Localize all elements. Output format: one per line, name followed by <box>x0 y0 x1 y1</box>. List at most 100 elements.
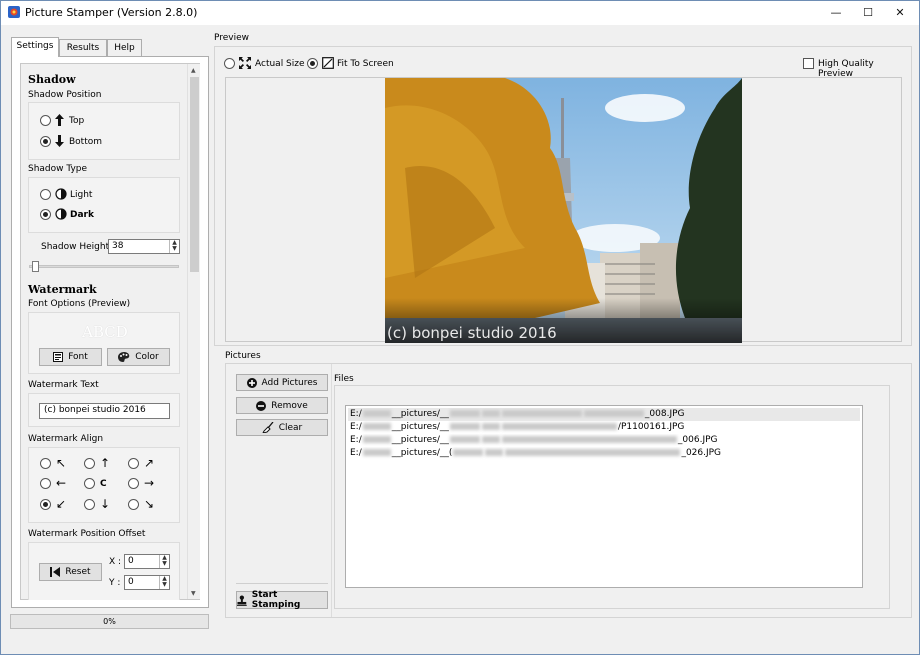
pictures-divider <box>331 364 332 617</box>
pictures-group-label: Pictures <box>225 351 261 361</box>
file-list-item[interactable]: E:/ __pictures/__(_026.JPG <box>348 447 860 460</box>
redacted-segment <box>453 449 484 456</box>
align-arrow-icon: ↖ <box>56 456 67 470</box>
file-path-prefix: E:/ <box>350 409 362 419</box>
start-stamping-button[interactable]: Start Stamping <box>236 590 328 610</box>
redacted-segment <box>362 423 391 430</box>
file-list-item[interactable]: E:/ __pictures/__ /P1100161.JPG <box>348 421 860 434</box>
shadow-height-slider-thumb[interactable] <box>32 261 39 272</box>
actual-size-radio[interactable] <box>224 58 235 69</box>
watermark-text-box: (c) bonpei studio 2016 <box>28 393 180 427</box>
redacted-segment <box>501 410 582 417</box>
shadow-position-label: Shadow Position <box>28 90 102 100</box>
add-pictures-label: Add Pictures <box>261 377 318 388</box>
file-path-folder: __pictures/__ <box>391 409 449 419</box>
file-path-prefix: E:/ <box>350 435 362 445</box>
align-radio[interactable] <box>84 478 95 489</box>
watermark-section-title: Watermark <box>28 283 97 296</box>
shadow-height-input[interactable]: 38 ▲ ▼ <box>108 239 180 254</box>
progress-bar: 0% <box>10 614 209 629</box>
scroll-up-icon[interactable]: ▲ <box>191 67 196 74</box>
preview-group: Actual Size Fit To Screen High Quality P… <box>214 46 912 346</box>
progress-text: 0% <box>103 617 116 626</box>
file-path-folder: __pictures/__ <box>391 435 449 445</box>
reset-icon <box>50 567 61 577</box>
spin-arrows-icon[interactable]: ▲ ▼ <box>159 576 169 589</box>
fit-to-screen-radio[interactable] <box>307 58 318 69</box>
spin-arrows-icon[interactable]: ▲ ▼ <box>169 240 179 253</box>
settings-scroll-area: Shadow Shadow Position Top Bottom Shadow… <box>20 63 200 600</box>
align-radio[interactable] <box>40 478 51 489</box>
contrast-icon <box>55 208 67 220</box>
tab-results[interactable]: Results <box>59 39 107 57</box>
redacted-segment <box>362 410 391 417</box>
expand-icon <box>239 57 251 69</box>
arrow-up-icon <box>55 114 64 126</box>
preview-canvas: (c) bonpei studio 2016 <box>225 77 902 343</box>
scroll-down-icon[interactable]: ▼ <box>191 590 196 597</box>
file-path-suffix: _006.JPG <box>677 435 718 445</box>
offset-x-input[interactable]: 0 ▲ ▼ <box>124 554 170 569</box>
file-path-prefix: E:/ <box>350 448 362 458</box>
align-radio[interactable] <box>40 499 51 510</box>
offset-x-label: X : <box>109 557 122 567</box>
shadow-type-label: Shadow Type <box>28 164 88 174</box>
shadow-light-radio[interactable] <box>40 189 51 200</box>
shadow-top-radio[interactable] <box>40 115 51 126</box>
offset-y-label: Y : <box>109 578 121 588</box>
align-center-label: C <box>100 479 107 489</box>
file-path-suffix: _008.JPG <box>644 409 685 419</box>
high-quality-label: High Quality Preview <box>818 59 874 79</box>
high-quality-checkbox[interactable] <box>803 58 814 69</box>
watermark-text-input[interactable]: (c) bonpei studio 2016 <box>39 403 170 419</box>
position-offset-label: Watermark Position Offset <box>28 529 146 539</box>
align-radio[interactable] <box>128 499 139 510</box>
offset-y-input[interactable]: 0 ▲ ▼ <box>124 575 170 590</box>
file-list-item[interactable]: E:/ __pictures/__ _006.JPG <box>348 434 860 447</box>
align-arrow-icon: ↑ <box>100 456 111 470</box>
add-pictures-button[interactable]: Add Pictures <box>236 374 328 391</box>
shadow-bottom-radio[interactable] <box>40 136 51 147</box>
minus-circle-icon <box>256 400 267 411</box>
files-list[interactable]: E:/ __pictures/__ _008.JPG E:/ __pictures/__… <box>345 405 863 588</box>
shadow-light-label: Light <box>70 190 93 200</box>
redacted-segment <box>449 423 480 430</box>
scrollbar-thumb[interactable] <box>190 77 199 272</box>
redacted-segment <box>481 410 500 417</box>
font-options-label: Font Options (Preview) <box>28 299 131 309</box>
remove-button[interactable]: Remove <box>236 397 328 414</box>
shadow-dark-radio[interactable] <box>40 209 51 220</box>
font-preview-text: ABCD <box>82 323 128 341</box>
close-button[interactable]: ✕ <box>880 1 920 25</box>
settings-scrollbar[interactable]: ▲ ▼ <box>187 64 200 599</box>
align-arrow-icon: → <box>144 476 155 490</box>
color-button[interactable]: Color <box>107 348 170 366</box>
arrow-down-icon <box>55 135 64 147</box>
tab-help[interactable]: Help <box>107 39 142 57</box>
align-radio[interactable] <box>84 499 95 510</box>
align-arrow-icon: ↓ <box>100 497 111 511</box>
title-bar[interactable]: Picture Stamper (Version 2.8.0) — ☐ ✕ <box>1 1 919 25</box>
files-group: E:/ __pictures/__ _008.JPG E:/ __pictures/__… <box>334 385 890 609</box>
shadow-height-slider-track[interactable] <box>29 265 179 268</box>
align-radio[interactable] <box>84 458 95 469</box>
file-path-folder: __pictures/__( <box>391 448 453 458</box>
start-stamping-label: Start Stamping <box>251 590 301 610</box>
file-path-suffix: /P1100161.JPG <box>617 422 685 432</box>
fit-to-screen-label: Fit To Screen <box>337 59 394 69</box>
clear-button[interactable]: Clear <box>236 419 328 436</box>
spin-arrows-icon[interactable]: ▲ ▼ <box>159 555 169 568</box>
align-radio[interactable] <box>128 458 139 469</box>
tab-settings[interactable]: Settings <box>11 37 59 57</box>
pictures-group: Add Pictures Remove Clear Start Stamping… <box>225 363 912 618</box>
reset-button[interactable]: Reset <box>39 563 102 581</box>
redacted-segment <box>481 423 500 430</box>
font-button[interactable]: Font <box>39 348 102 366</box>
broom-icon <box>262 422 274 433</box>
file-list-item[interactable]: E:/ __pictures/__ _008.JPG <box>348 408 860 421</box>
watermark-text-label: Watermark Text <box>28 380 99 390</box>
align-arrow-icon: ↗ <box>144 456 155 470</box>
align-radio[interactable] <box>128 478 139 489</box>
align-arrow-icon: ← <box>56 476 67 490</box>
align-radio[interactable] <box>40 458 51 469</box>
